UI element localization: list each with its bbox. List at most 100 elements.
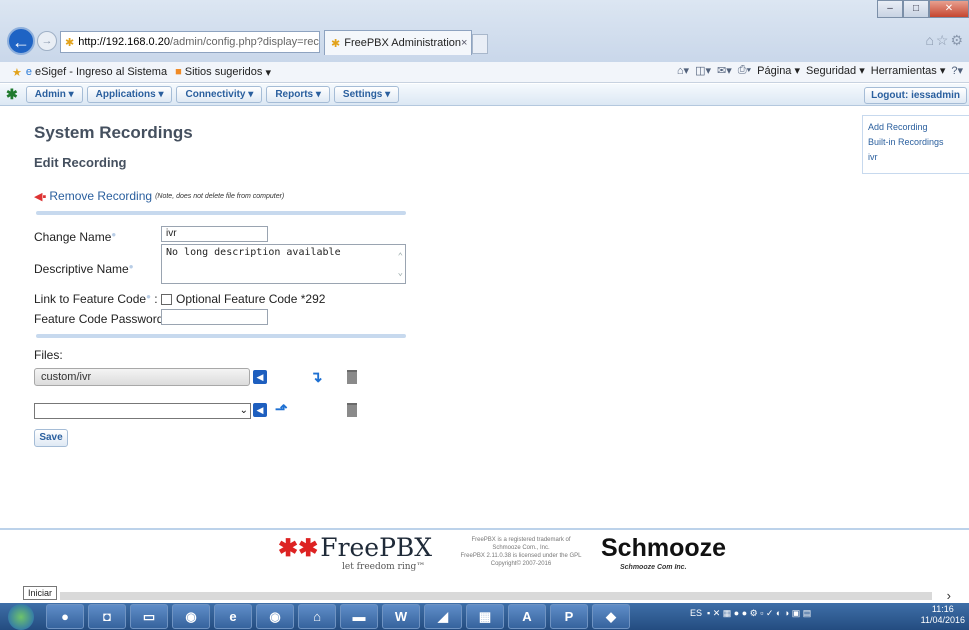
change-name-input[interactable]: ivr: [161, 226, 268, 242]
footer-divider: [0, 528, 969, 530]
window-controls: – □ ✕: [877, 0, 969, 18]
move-down-icon[interactable]: ↴: [310, 368, 323, 386]
mail-icon[interactable]: ✉▾: [717, 64, 732, 77]
url-path: /admin/config.php?display=record: [169, 36, 320, 48]
page-menu[interactable]: Página ▾: [757, 64, 800, 77]
remove-recording-link[interactable]: ◀▪ Remove Recording (Note, does not dele…: [34, 189, 284, 203]
menu-reports[interactable]: Reports ▾: [266, 86, 330, 103]
checkbox[interactable]: [161, 293, 172, 305]
divider: [36, 211, 406, 215]
feature-password-input[interactable]: [161, 309, 268, 325]
play-icon[interactable]: ◀: [253, 403, 267, 417]
favorite-sitios[interactable]: ■ Sitios sugeridos ▾: [175, 66, 271, 79]
system-tray[interactable]: ES ▪ ✕ ▦ ● ● ⚙ ▫ ✓ ◐ ◑ ▣ ▤: [690, 608, 811, 619]
files-label: Files:: [34, 348, 63, 362]
minimize-button[interactable]: –: [877, 0, 903, 18]
firefox-icon[interactable]: ●: [46, 604, 84, 629]
powerpoint-icon[interactable]: P: [550, 604, 588, 629]
play-icon[interactable]: ◀: [253, 370, 267, 384]
nav-builtin-recordings[interactable]: Built-in Recordings: [868, 135, 964, 150]
freepbx-tagline: let freedom ring™: [342, 562, 426, 572]
file-select[interactable]: ⌄: [34, 403, 251, 419]
feature-code-label: Link to Feature Code● :: [34, 292, 158, 306]
clock[interactable]: 11:16 11/04/2016: [921, 604, 965, 626]
app-icon[interactable]: ◢: [424, 604, 462, 629]
descriptive-name-label: Descriptive Name●: [34, 262, 134, 276]
nav-add-recording[interactable]: Add Recording: [868, 120, 964, 135]
url-host: http://192.168.0.20: [78, 36, 170, 48]
scroll-right-icon[interactable]: ›: [947, 588, 951, 603]
tab-title: FreePBX Administration: [344, 37, 461, 49]
close-tab-icon[interactable]: ×: [461, 37, 467, 49]
help-icon: ●: [128, 262, 134, 271]
windows-taskbar: ● ◘ ▭ ◉ e ◉ ⌂ ▬ W ◢ ▦ A P ◆: [0, 603, 969, 630]
freepbx-footer-logo[interactable]: ✱✱ FreePBX: [278, 534, 432, 564]
chrome-icon[interactable]: ◉: [256, 604, 294, 629]
maximize-button[interactable]: □: [903, 0, 929, 18]
app-icon[interactable]: ▦: [466, 604, 504, 629]
new-tab-button[interactable]: [472, 34, 488, 54]
ie-page-icon: e: [25, 66, 32, 78]
freepbx-navbar: ✱ Admin ▾ Applications ▾ Connectivity ▾ …: [0, 84, 969, 106]
nav-ivr[interactable]: ivr: [868, 150, 964, 165]
word-icon[interactable]: W: [382, 604, 420, 629]
file-1-field[interactable]: custom/ivr: [34, 368, 250, 386]
menu-admin[interactable]: Admin ▾: [25, 86, 83, 103]
app-icon[interactable]: ▬: [340, 604, 378, 629]
close-button[interactable]: ✕: [929, 0, 969, 18]
trash-icon[interactable]: [347, 370, 357, 384]
change-name-label: Change Name●: [34, 230, 117, 244]
ie-icon[interactable]: e: [214, 604, 252, 629]
schmooze-sub: Schmooze Com Inc.: [620, 564, 687, 571]
freepbx-logo-icon[interactable]: ✱: [6, 86, 18, 103]
logout-button[interactable]: Logout: iessadmin: [864, 87, 967, 104]
freepbx-favicon: ✱: [331, 37, 341, 50]
menu-settings[interactable]: Settings ▾: [333, 86, 400, 103]
suggested-sites-icon: ■: [175, 66, 182, 78]
schmooze-logo[interactable]: Schmooze: [601, 534, 726, 563]
address-bar[interactable]: ✱ http://192.168.0.20/admin/config.php?d…: [60, 31, 320, 53]
feature-code-checkbox[interactable]: Optional Feature Code *292: [161, 292, 325, 306]
menu-applications[interactable]: Applications ▾: [86, 86, 173, 103]
folder-icon[interactable]: ▭: [130, 604, 168, 629]
home-star-gear-icons[interactable]: ⌂☆⚙: [925, 32, 965, 49]
browser-tab[interactable]: ✱ FreePBX Administration ×: [324, 30, 472, 55]
app-icon[interactable]: ◆: [592, 604, 630, 629]
save-button[interactable]: Save: [34, 429, 68, 447]
home-icon[interactable]: ⌂▾: [677, 64, 689, 77]
start-button[interactable]: [8, 603, 34, 630]
right-nav: Add Recording Built-in Recordings ivr: [862, 115, 969, 174]
forward-button[interactable]: →: [37, 31, 57, 51]
network-icon[interactable]: ⌂: [298, 604, 336, 629]
acrobat-icon[interactable]: A: [508, 604, 546, 629]
language-indicator[interactable]: ES: [690, 608, 702, 619]
descriptive-name-textarea[interactable]: No long description available ⌃ ⌄: [161, 244, 406, 284]
print-icon[interactable]: ⎙▾: [738, 64, 751, 77]
speaker-icon: ◀▪: [34, 190, 47, 203]
tools-menu[interactable]: Herramientas ▾: [871, 64, 946, 77]
outlook-icon[interactable]: ◘: [88, 604, 126, 629]
tray-icons[interactable]: ▪ ✕ ▦ ● ● ⚙ ▫ ✓ ◐ ◑ ▣ ▤: [707, 608, 811, 619]
textarea-scrollbar[interactable]: ⌃ ⌄: [398, 249, 403, 281]
favorites-star-icon[interactable]: ★: [12, 66, 22, 79]
page-title: System Recordings: [34, 123, 193, 142]
feeds-icon[interactable]: ◫▾: [695, 64, 711, 77]
favorite-esigef[interactable]: e eSigef - Ingreso al Sistema: [26, 66, 167, 78]
trash-icon[interactable]: [347, 403, 357, 417]
move-up-icon[interactable]: ⬏: [275, 400, 288, 418]
divider: [36, 334, 406, 338]
security-menu[interactable]: Seguridad ▾: [806, 64, 865, 77]
freepbx-frog-icon: ✱✱: [278, 535, 319, 562]
menu-connectivity[interactable]: Connectivity ▾: [176, 86, 263, 103]
remove-note: (Note, does not delete file from compute…: [155, 192, 285, 200]
help-icon: ●: [111, 230, 117, 239]
help-icon[interactable]: ?▾: [951, 64, 963, 77]
page-subtitle: Edit Recording: [34, 155, 127, 170]
chrome-icon[interactable]: ◉: [172, 604, 210, 629]
feature-password-label: Feature Code Password●: [34, 312, 168, 326]
back-button[interactable]: ←: [7, 27, 35, 55]
chevron-down-icon: ⌄: [239, 405, 248, 416]
footer-legal: FreePBX is a registered trademark of Sch…: [460, 537, 582, 567]
horizontal-scrollbar[interactable]: [60, 592, 932, 600]
help-icon: ●: [146, 292, 151, 301]
